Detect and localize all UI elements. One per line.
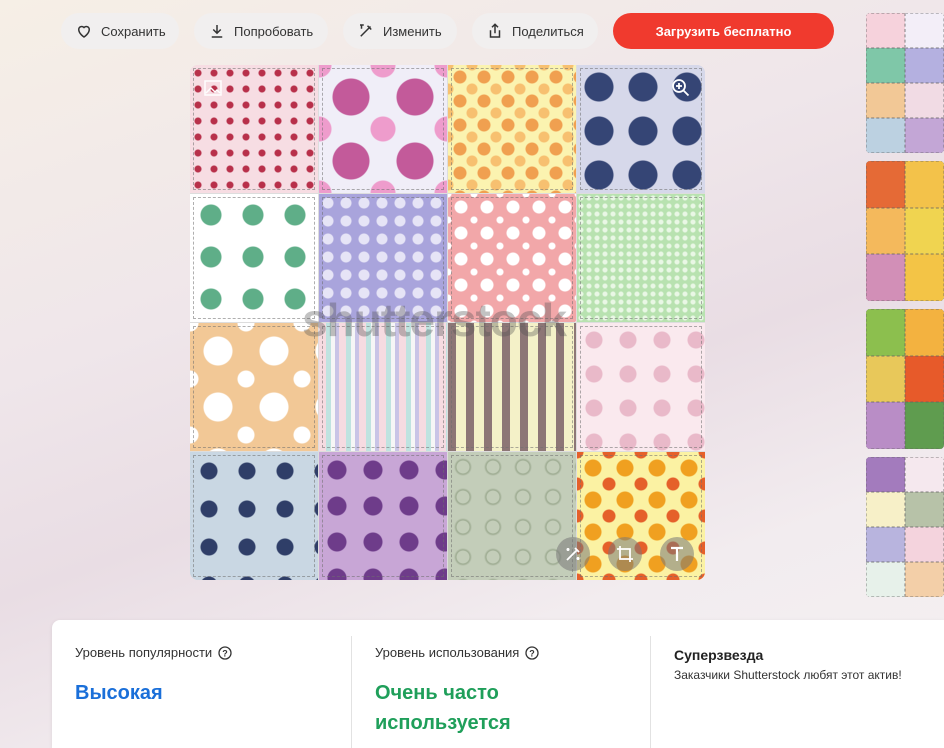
edit-icon — [360, 24, 372, 37]
thumbnail-2[interactable] — [866, 161, 944, 301]
download-icon — [211, 25, 223, 38]
divider — [650, 636, 651, 748]
svg-text:?: ? — [530, 648, 536, 658]
main-image[interactable]: shutterstock — [190, 65, 705, 580]
share-label: Поделиться — [512, 23, 584, 39]
patch-lavender — [319, 194, 447, 322]
superstar-title: Суперзвезда — [674, 647, 764, 663]
patch-blue-flowers — [190, 452, 318, 580]
patch-brown-stripes — [448, 323, 576, 451]
usage-label: Уровень использования ? — [375, 645, 539, 660]
popularity-label: Уровень популярности ? — [75, 645, 232, 660]
magic-wand-icon[interactable] — [556, 537, 590, 571]
usage-label-text: Уровень использования — [375, 645, 520, 660]
popularity-value: Высокая — [75, 682, 163, 704]
thumbnail-3[interactable] — [866, 309, 944, 449]
svg-text:?: ? — [222, 648, 228, 658]
popularity-label-text: Уровень популярности — [75, 645, 213, 660]
text-icon[interactable] — [660, 537, 694, 571]
share-icon — [489, 23, 501, 38]
save-label: Сохранить — [101, 23, 166, 39]
patch-pastel-stripes — [319, 323, 447, 451]
patch-pink-dots — [448, 194, 576, 322]
crop-icon[interactable] — [608, 537, 642, 571]
save-button[interactable]: Сохранить — [61, 13, 179, 49]
usage-value: Очень часто используется — [375, 678, 511, 738]
share-button[interactable]: Поделиться — [472, 13, 598, 49]
edit-button[interactable]: Изменить — [343, 13, 457, 49]
edit-label: Изменить — [383, 23, 442, 39]
superstar-section: Суперзвезда Заказчики Shutterstock любят… — [652, 620, 944, 748]
help-icon[interactable]: ? — [525, 645, 539, 660]
download-free-button[interactable]: Загрузить бесплатно — [613, 13, 834, 49]
thumbnail-4[interactable] — [866, 457, 944, 597]
patch-pink-floral — [577, 323, 705, 451]
usage-value-line1: Очень часто — [375, 682, 499, 704]
try-button[interactable]: Попробовать — [194, 13, 328, 49]
patch-green-flowers — [190, 194, 318, 322]
patch-yellow-flowers — [448, 65, 576, 193]
patch-peach-flowers — [190, 323, 318, 451]
superstar-text: Заказчики Shutterstock любят этот актив! — [674, 668, 902, 682]
patch-pink-flowers — [319, 65, 447, 193]
image-icon — [202, 77, 224, 99]
patch-green-grid — [577, 194, 705, 322]
popularity-section: Уровень популярности ? Высокая — [52, 620, 352, 748]
patch-purple-flowers — [319, 452, 447, 580]
zoom-icon[interactable] — [670, 77, 692, 99]
help-icon[interactable]: ? — [218, 645, 232, 660]
heart-icon — [77, 25, 91, 38]
usage-value-line2: используется — [375, 712, 511, 734]
usage-section: Уровень использования ? Очень часто испо… — [352, 620, 650, 748]
thumbnail-1[interactable] — [866, 13, 944, 153]
stats-panel: Уровень популярности ? Высокая Уровень и… — [52, 620, 944, 748]
try-label: Попробовать — [234, 23, 314, 39]
